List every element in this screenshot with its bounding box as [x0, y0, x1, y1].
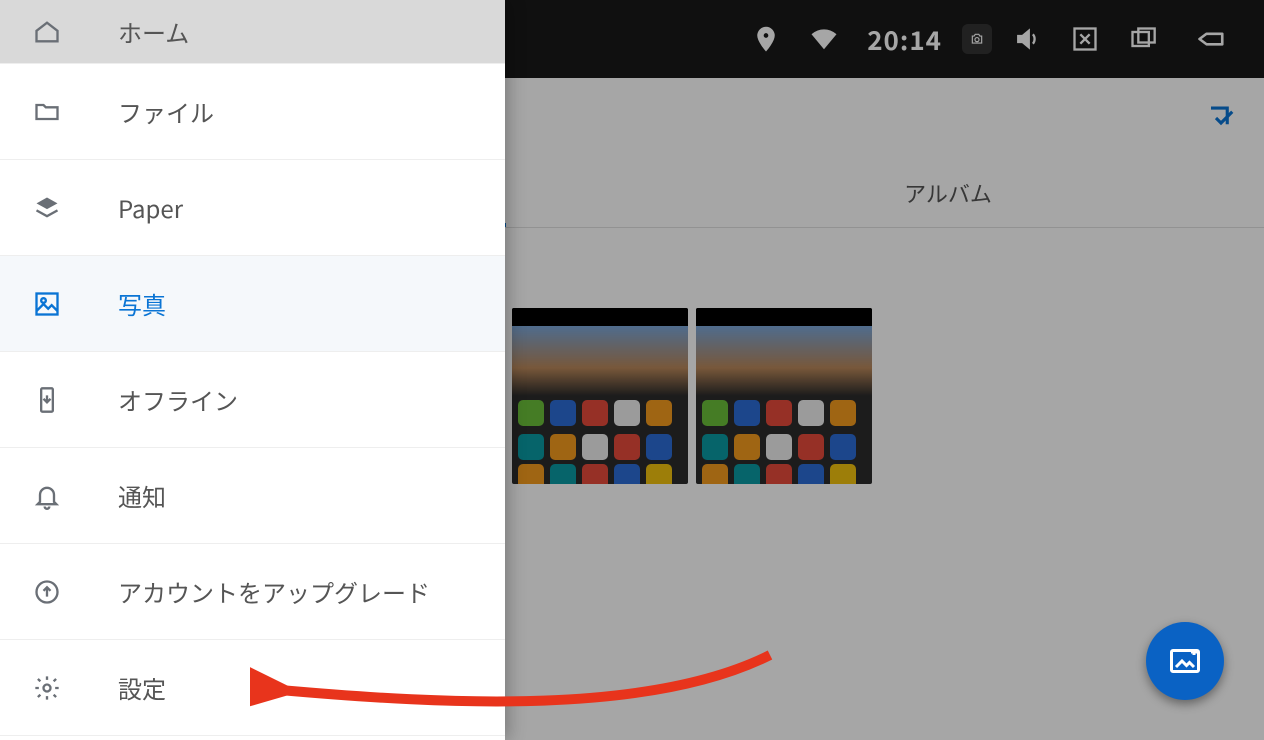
- drawer-label: 通知: [118, 478, 166, 513]
- image-icon: [32, 289, 62, 319]
- drawer-label: オフライン: [118, 382, 238, 417]
- drawer-label: ファイル: [118, 94, 214, 129]
- drawer-item-home[interactable]: ホーム: [0, 0, 505, 64]
- drawer-item-settings[interactable]: 設定: [0, 640, 505, 736]
- bell-icon: [32, 481, 62, 511]
- navigation-drawer: ホーム ファイル Paper 写真 オフライン 通知 アカウントをアップグレ: [0, 0, 505, 740]
- drawer-item-photos[interactable]: 写真: [0, 256, 505, 352]
- drawer-item-notifications[interactable]: 通知: [0, 448, 505, 544]
- gear-icon: [32, 673, 62, 703]
- drawer-item-upgrade[interactable]: アカウントをアップグレード: [0, 544, 505, 640]
- folder-icon: [32, 97, 62, 127]
- drawer-label: Paper: [118, 190, 183, 225]
- paper-icon: [32, 193, 62, 223]
- drawer-item-offline[interactable]: オフライン: [0, 352, 505, 448]
- offline-icon: [32, 385, 62, 415]
- drawer-item-files[interactable]: ファイル: [0, 64, 505, 160]
- drawer-label: アカウントをアップグレード: [118, 574, 430, 609]
- home-outline-icon: [32, 17, 62, 47]
- drawer-item-paper[interactable]: Paper: [0, 160, 505, 256]
- drawer-label: ホーム: [118, 14, 189, 49]
- drawer-label: 写真: [118, 286, 166, 321]
- upgrade-icon: [32, 577, 62, 607]
- add-photo-fab[interactable]: [1146, 622, 1224, 700]
- drawer-label: 設定: [118, 670, 166, 705]
